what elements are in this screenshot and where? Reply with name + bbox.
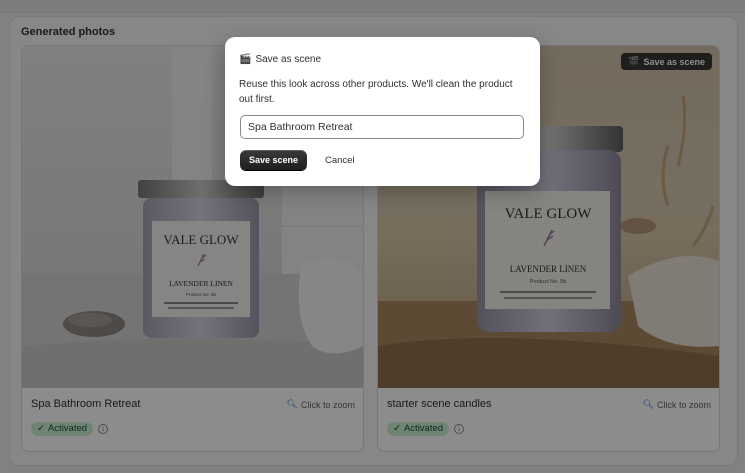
modal-title-text: Save as scene (255, 54, 322, 65)
cancel-button[interactable]: Cancel (317, 150, 363, 170)
scene-name-input[interactable] (240, 115, 524, 139)
save-as-scene-modal: 🎬 Save as scene Reuse this look across o… (225, 37, 540, 186)
clapperboard-icon: 🎬 (239, 54, 252, 65)
save-scene-button[interactable]: Save scene (240, 150, 307, 170)
modal-description: Reuse this look across other products. W… (239, 79, 513, 105)
modal-title: 🎬 Save as scene (239, 54, 321, 65)
